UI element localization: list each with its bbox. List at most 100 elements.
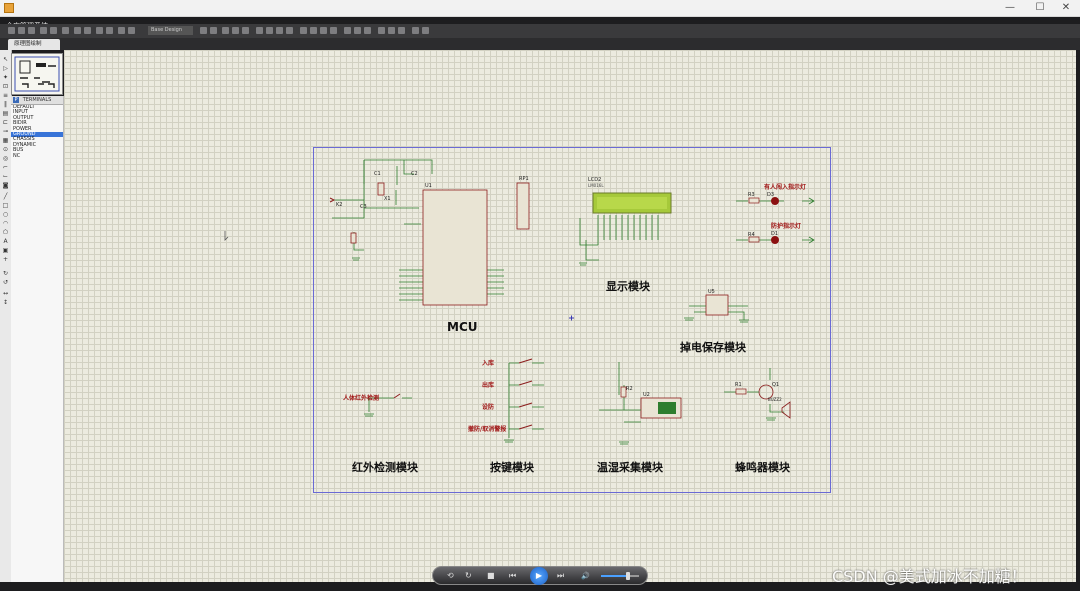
module-label-power-save: 掉电保存模块 <box>680 341 746 354</box>
signal-label-outbound: 出库 <box>482 382 495 389</box>
volume-fill <box>601 575 628 577</box>
volume-knob[interactable] <box>625 572 630 580</box>
label-q1: Q1 <box>772 382 779 388</box>
label-d3: D3 <box>767 192 774 198</box>
overview-window[interactable] <box>11 53 63 95</box>
generator-mode-icon[interactable]: ◎ <box>2 155 9 162</box>
next-button[interactable]: ⏭ <box>557 571 564 581</box>
tab-schematic-capture[interactable]: 原理图绘制 <box>8 39 60 50</box>
pan-icon[interactable] <box>106 27 113 34</box>
play-button[interactable]: ▶ <box>530 567 548 585</box>
label-c1: C1 <box>374 171 381 177</box>
line-mode-icon[interactable]: ╱ <box>2 193 9 200</box>
package-icon[interactable] <box>320 27 327 34</box>
origin-icon[interactable] <box>96 27 103 34</box>
save-icon[interactable] <box>28 27 35 34</box>
minimize-button[interactable]: — <box>996 0 1024 16</box>
make-device-icon[interactable] <box>310 27 317 34</box>
paste-icon[interactable] <box>242 27 249 34</box>
block-rotate-icon[interactable] <box>276 27 283 34</box>
print-icon[interactable] <box>62 27 69 34</box>
wire-autorouter-icon[interactable] <box>344 27 351 34</box>
grid-icon[interactable] <box>84 27 91 34</box>
block-copy-icon[interactable] <box>256 27 263 34</box>
search-icon[interactable] <box>354 27 361 34</box>
label-c2: C2 <box>411 171 418 177</box>
import-icon[interactable] <box>40 27 47 34</box>
undo-icon[interactable] <box>200 27 207 34</box>
signal-label-led-guard: 防护指示灯 <box>771 223 802 230</box>
voltage-probe-icon[interactable]: ⌐ <box>2 164 9 171</box>
redo-icon[interactable] <box>210 27 217 34</box>
new-icon[interactable] <box>8 27 15 34</box>
zoom-out-icon[interactable] <box>128 27 135 34</box>
rotate-anticlockwise-icon[interactable]: ↺ <box>2 279 9 286</box>
pick-device-icon[interactable] <box>300 27 307 34</box>
volume-slider[interactable] <box>601 572 639 580</box>
terminal-list: DEFAULT INPUT OUTPUT BIDIR POWER GROUND CHASSI… <box>11 104 63 159</box>
arc-mode-icon[interactable]: ◠ <box>2 220 9 227</box>
open-icon[interactable] <box>18 27 25 34</box>
remove-sheet-icon[interactable] <box>388 27 395 34</box>
eeprom-u5 <box>705 294 729 316</box>
volume-icon[interactable]: 🔊 <box>581 571 590 581</box>
decompose-icon[interactable] <box>330 27 337 34</box>
previous-button[interactable]: ⏮ <box>509 571 516 581</box>
origin-marker <box>569 315 574 321</box>
terminals-mode-icon[interactable]: ⊏ <box>2 119 9 126</box>
rotate-clockwise-icon[interactable]: ↻ <box>2 270 9 277</box>
redraw-icon[interactable] <box>74 27 81 34</box>
new-sheet-icon[interactable] <box>378 27 385 34</box>
overview-modules <box>22 83 55 88</box>
block-delete-icon[interactable] <box>286 27 293 34</box>
graph-mode-icon[interactable]: ▦ <box>2 137 9 144</box>
zoom-in-icon[interactable] <box>118 27 125 34</box>
text-mode-icon[interactable]: A <box>2 238 9 245</box>
buses-icon[interactable]: ‖ <box>2 101 9 108</box>
signal-label-inbound: 入库 <box>482 360 495 367</box>
schematic-canvas[interactable]: U1 RP1 C1 C2 C3 X1 K2 LCD2 LM016L D3 D1 … <box>64 50 1076 582</box>
copy-icon[interactable] <box>232 27 239 34</box>
device-pins-icon[interactable]: ⊸ <box>2 128 9 135</box>
mirror-y-icon[interactable]: ↕ <box>2 299 9 306</box>
bill-of-materials-icon[interactable] <box>412 27 419 34</box>
close-button[interactable]: ✕ <box>1052 0 1080 16</box>
label-lcd-model: LM016L <box>588 183 604 188</box>
electrical-check-icon[interactable] <box>422 27 429 34</box>
current-probe-icon[interactable]: ⌙ <box>2 173 9 180</box>
resistor-r3 <box>748 197 760 204</box>
circle-mode-icon[interactable]: ○ <box>2 211 9 218</box>
dht11-wires <box>599 362 641 423</box>
exit-to-parent-icon[interactable] <box>398 27 405 34</box>
box-mode-icon[interactable]: □ <box>2 202 9 209</box>
export-icon[interactable] <box>50 27 57 34</box>
refresh-button[interactable]: ↻ <box>465 571 472 581</box>
terminal-item[interactable]: NC <box>11 153 63 159</box>
virtual-instruments-icon[interactable]: ◙ <box>2 182 9 189</box>
component-mode-icon[interactable]: ▷ <box>2 65 9 72</box>
maximize-button[interactable]: ☐ <box>1026 0 1054 16</box>
symbol-mode-icon[interactable]: ▣ <box>2 247 9 254</box>
wire-label-icon[interactable]: ⊡ <box>2 83 9 90</box>
overview-mcu <box>19 60 31 74</box>
lcd-screen <box>597 197 667 209</box>
mirror-x-icon[interactable]: ↔ <box>2 290 9 297</box>
path-mode-icon[interactable]: ⬠ <box>2 229 9 236</box>
tab-label: 原理图绘制 <box>14 41 42 47</box>
property-tool-icon[interactable] <box>364 27 371 34</box>
subcircuit-icon[interactable]: ▤ <box>2 110 9 117</box>
loop-button[interactable]: ⟲ <box>447 571 454 581</box>
marker-mode-icon[interactable]: + <box>2 256 9 263</box>
cut-icon[interactable] <box>222 27 229 34</box>
app-icon <box>4 3 14 13</box>
stop-button[interactable]: ■ <box>487 571 495 581</box>
schematic-drawing: U1 RP1 C1 C2 C3 X1 K2 LCD2 LM016L D3 D1 … <box>224 159 815 445</box>
design-combo[interactable]: Base Design <box>148 26 193 35</box>
pick-button[interactable]: P <box>13 97 19 103</box>
selection-mode-icon[interactable]: ↖ <box>2 56 9 63</box>
junction-dot-icon[interactable]: ✦ <box>2 74 9 81</box>
tape-recorder-icon[interactable]: ⊙ <box>2 146 9 153</box>
block-move-icon[interactable] <box>266 27 273 34</box>
module-label-temp-humidity: 温湿采集模块 <box>597 461 663 474</box>
text-script-icon[interactable]: ≡ <box>2 92 9 99</box>
